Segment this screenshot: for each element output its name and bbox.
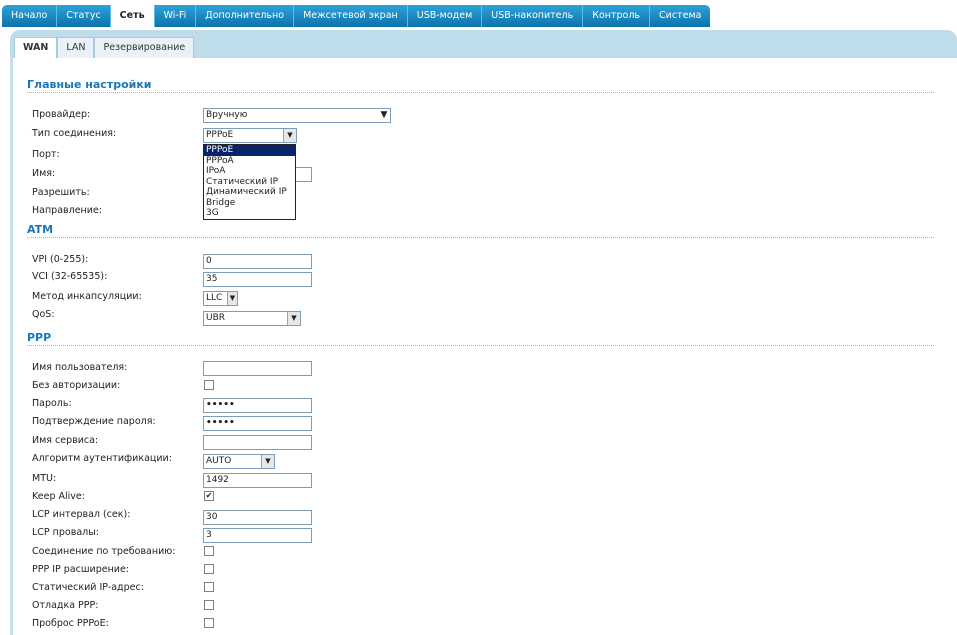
lcp-interval-input[interactable]: 30 (203, 510, 312, 525)
option-bridge[interactable]: Bridge (204, 198, 295, 209)
static-ip-label: Статический IP-адрес: (32, 582, 144, 593)
auth-algo-value: AUTO (206, 456, 232, 466)
tab-system[interactable]: Система (650, 5, 711, 27)
encap-label: Метод инкапсуляции: (32, 291, 142, 302)
auth-algo-select[interactable]: AUTO ▼ (203, 454, 275, 469)
tab-advanced[interactable]: Дополнительно (196, 5, 295, 27)
tab-firewall[interactable]: Межсетевой экран (294, 5, 408, 27)
option-pppoa[interactable]: PPPoA (204, 156, 295, 167)
option-ipoa[interactable]: IPoA (204, 166, 295, 177)
username-input[interactable] (203, 361, 312, 376)
auth-algo-label: Алгоритм аутентификации: (32, 453, 172, 464)
noauth-label: Без авторизации: (32, 380, 121, 391)
noauth-checkbox[interactable] (204, 380, 214, 390)
tab-usb-modem[interactable]: USB-модем (407, 5, 483, 27)
ppp-ip-ext-label: PPP IP расширение: (32, 564, 130, 575)
section-main-title: Главные настройки (27, 78, 934, 93)
port-label: Порт: (32, 149, 60, 160)
top-nav: Начало Статус Сеть Wi-Fi Дополнительно М… (2, 5, 711, 27)
conn-type-value: PPPoE (206, 130, 234, 140)
lcp-fails-label: LCP провалы: (32, 527, 99, 538)
password-label: Пароль: (32, 398, 72, 409)
tab-wifi[interactable]: Wi-Fi (154, 5, 197, 27)
username-label: Имя пользователя: (32, 362, 128, 373)
qos-value: UBR (206, 313, 226, 323)
section-ppp-title: PPP (27, 331, 934, 346)
chevron-down-icon: ▼ (283, 129, 296, 142)
qos-select[interactable]: UBR ▼ (203, 311, 301, 326)
pppoe-passthrough-label: Проброс PPPoE: (32, 618, 109, 629)
checkmark-icon: ✔ (205, 491, 213, 500)
tab-usb-storage[interactable]: USB-накопитель (482, 5, 584, 27)
mtu-input[interactable]: 1492 (203, 473, 312, 488)
password-input[interactable]: ••••• (203, 398, 312, 413)
encap-select[interactable]: LLC ▼ (203, 291, 238, 306)
tab-home[interactable]: Начало (2, 5, 58, 27)
on-demand-checkbox[interactable] (204, 546, 214, 556)
chevron-down-icon: ▼ (261, 455, 274, 468)
option-static-ip[interactable]: Статический IP (204, 177, 295, 188)
tab-status[interactable]: Статус (57, 5, 111, 27)
vci-input[interactable]: 35 (203, 272, 312, 287)
keepalive-checkbox[interactable]: ✔ (204, 491, 214, 501)
encap-value: LLC (206, 293, 223, 303)
conn-type-dropdown: PPPoE PPPoA IPoA Статический IP Динамиче… (203, 144, 296, 220)
vci-label: VCI (32-65535): (32, 271, 108, 282)
confirm-label: Подтверждение пароля: (32, 416, 156, 427)
ppp-debug-label: Отладка PPP: (32, 600, 99, 611)
pppoe-passthrough-checkbox[interactable] (204, 618, 214, 628)
on-demand-label: Соединение по требованию: (32, 546, 176, 557)
ppp-ip-ext-checkbox[interactable] (204, 564, 214, 574)
tab-network[interactable]: Сеть (110, 5, 155, 27)
keepalive-label: Keep Alive: (32, 491, 85, 502)
lcp-interval-label: LCP интервал (сек): (32, 509, 131, 520)
lcp-fails-input[interactable]: 3 (203, 528, 312, 543)
provider-label: Провайдер: (32, 109, 91, 120)
service-input[interactable] (203, 435, 312, 450)
name-label: Имя: (32, 168, 56, 179)
option-3g[interactable]: 3G (204, 208, 295, 219)
ppp-debug-checkbox[interactable] (204, 600, 214, 610)
option-dynamic-ip[interactable]: Динамический IP (204, 187, 295, 198)
direction-label: Направление: (32, 205, 102, 216)
static-ip-checkbox[interactable] (204, 582, 214, 592)
conn-type-label: Тип соединения: (32, 128, 117, 139)
subtab-lan[interactable]: LAN (57, 37, 95, 58)
confirm-password-input[interactable]: ••••• (203, 416, 312, 431)
option-pppoe[interactable]: PPPoE (204, 145, 295, 156)
vpi-label: VPI (0-255): (32, 254, 89, 265)
chevron-down-icon: ▼ (227, 292, 237, 305)
chevron-down-icon: ▼ (287, 312, 300, 325)
chevron-down-icon: ▼ (378, 109, 390, 122)
service-label: Имя сервиса: (32, 435, 99, 446)
vpi-input[interactable]: 0 (203, 254, 312, 269)
subtab-wan[interactable]: WAN (14, 37, 58, 59)
sub-nav: WAN LAN Резервирование (14, 37, 195, 59)
qos-label: QoS: (32, 309, 55, 320)
provider-value: Вручную (206, 110, 248, 120)
conn-type-select[interactable]: PPPoE ▼ (203, 128, 297, 143)
provider-select[interactable]: Вручную ▼ (203, 108, 391, 123)
allow-label: Разрешить: (32, 187, 90, 198)
subtab-backup[interactable]: Резервирование (94, 37, 195, 58)
tab-control[interactable]: Контроль (583, 5, 651, 27)
mtu-label: MTU: (32, 473, 57, 484)
section-atm-title: ATM (27, 223, 934, 238)
